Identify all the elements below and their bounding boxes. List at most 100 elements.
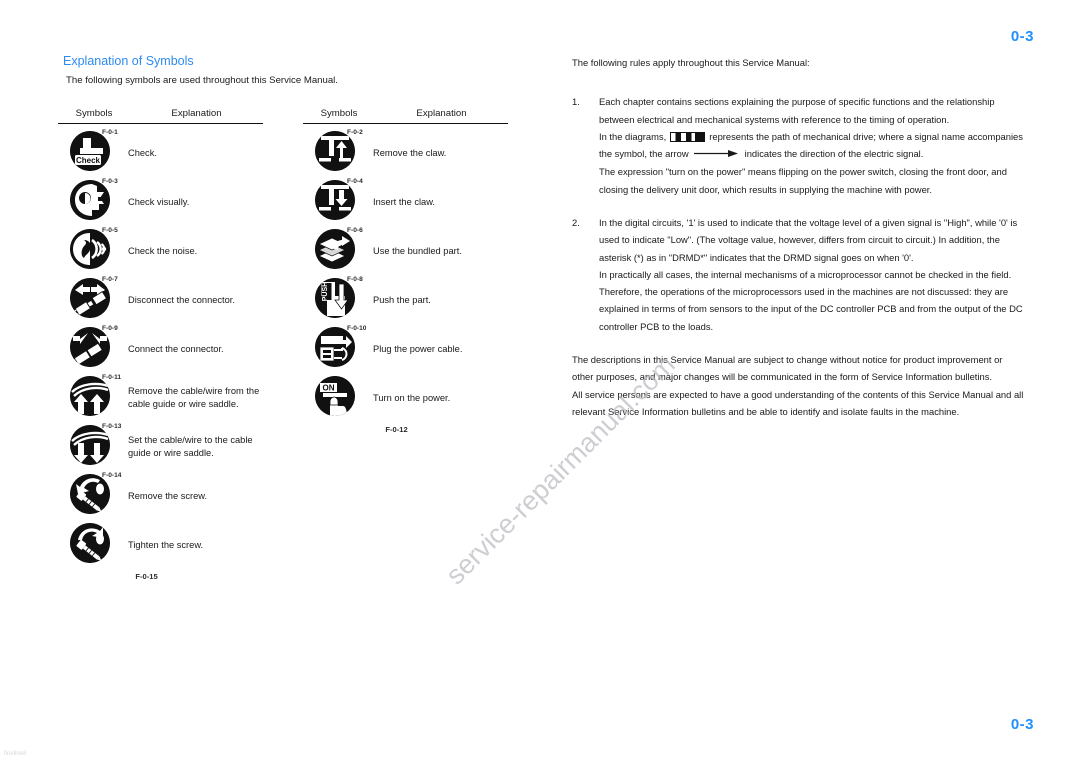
- footer-artifact: fineline8: [4, 751, 27, 757]
- symbol-explanation: Tighten the screw.: [128, 540, 204, 550]
- symbol-cell: F-0-7: [58, 276, 128, 318]
- figure-label: F-0-5: [102, 227, 118, 234]
- symbol-explanation: Insert the claw.: [373, 197, 436, 207]
- check-badge-icon: Check: [70, 131, 110, 171]
- mechanical-drive-symbol-icon: [670, 132, 706, 143]
- figure-label: F-0-2: [347, 129, 363, 136]
- screw-tighten-icon: [70, 523, 110, 563]
- cable-set-icon: [70, 425, 110, 465]
- rule-paragraph: In practically all cases, the internal m…: [599, 268, 1023, 332]
- connector-connect-icon: [70, 327, 110, 367]
- symbol-cell: F-0-10: [303, 325, 373, 367]
- symbol-explanation: Push the part.: [373, 295, 431, 305]
- figure-label: F-0-6: [347, 227, 363, 234]
- rules-section: The following rules apply throughout thi…: [572, 54, 1024, 420]
- table-row: ON Turn on the power.: [303, 376, 508, 416]
- symbol-explanation: Connect the connector.: [128, 344, 224, 354]
- power-on-icon: ON: [315, 376, 355, 416]
- ear-sound-icon: [70, 229, 110, 269]
- bundled-part-icon: [315, 229, 355, 269]
- figure-label: F-0-3: [102, 178, 118, 185]
- on-icon-label: ON: [323, 384, 335, 393]
- column-header-explanation: Explanation: [171, 108, 222, 119]
- push-icon-label: PUSH: [322, 282, 329, 301]
- figure-label: F-0-10: [347, 325, 367, 332]
- rule-paragraph: In the digital circuits, '1' is used to …: [599, 216, 1018, 263]
- symbol-cell: F-0-14: [58, 472, 128, 514]
- symbol-cell: F-0-6: [303, 227, 373, 269]
- symbol-cell: F-0-5: [58, 227, 128, 269]
- table-row: Check F-0-1 Check.: [58, 129, 263, 171]
- screw-remove-icon: [70, 474, 110, 514]
- table-caption-right: F-0-12: [385, 425, 408, 434]
- symbol-cell: PUSH F-0-8: [303, 276, 373, 318]
- table-caption-left: F-0-15: [135, 572, 158, 581]
- figure-label: F-0-9: [102, 325, 118, 332]
- push-part-icon: PUSH: [315, 278, 355, 318]
- rule-number: 2.: [572, 216, 580, 228]
- rule-item-2: 2. In the digital circuits, '1' is used …: [572, 214, 1024, 335]
- table-row: F-0-9 Connect the connector.: [58, 325, 263, 367]
- symbol-cell: Check F-0-1: [58, 129, 128, 171]
- power-cable-icon: [315, 327, 355, 367]
- symbol-explanation: Set the cable/wire to the cable guide or…: [128, 435, 253, 458]
- page-title: Explanation of Symbols: [63, 54, 194, 68]
- table-row: F-0-6 Use the bundled part.: [303, 227, 508, 269]
- symbol-explanation: Remove the claw.: [373, 148, 447, 158]
- figure-label: F-0-1: [102, 129, 118, 136]
- inline-text-after: indicates the direction of the electric …: [744, 148, 924, 160]
- table-row: F-0-4 Insert the claw.: [303, 178, 508, 220]
- rules-lead: The following rules apply throughout thi…: [572, 57, 810, 68]
- symbols-table-left: Symbols Explanation Check F-0-1 Check. F…: [58, 108, 263, 581]
- symbol-explanation: Turn on the power.: [373, 393, 451, 403]
- table-row: F-0-10 Plug the power cable.: [303, 325, 508, 367]
- rule-paragraph: The expression "turn on the power" means…: [599, 166, 1007, 195]
- electric-signal-arrow-icon: [693, 146, 740, 163]
- figure-label: F-0-11: [102, 374, 122, 381]
- figure-label: F-0-7: [102, 276, 118, 283]
- figure-label: F-0-4: [347, 178, 363, 185]
- symbols-table-right: Symbols Explanation F-0-2 Remove the cla…: [303, 108, 508, 581]
- table-row: PUSH F-0-8 Push the part.: [303, 276, 508, 318]
- table-header-row: Symbols Explanation: [58, 108, 263, 123]
- closing-paragraph: All service persons are expected to have…: [572, 388, 1024, 417]
- symbol-explanation: Check.: [128, 148, 157, 158]
- rule-paragraph: Each chapter contains sections explainin…: [599, 96, 995, 125]
- check-icon-label: Check: [76, 156, 101, 165]
- figure-label: F-0-14: [102, 472, 122, 479]
- symbol-cell: F-0-11: [58, 374, 128, 416]
- table-header-rule: [58, 123, 263, 124]
- eye-head-icon: [70, 180, 110, 220]
- cable-remove-icon: [70, 376, 110, 416]
- table-row: Tighten the screw.: [58, 523, 263, 563]
- table-row: F-0-2 Remove the claw.: [303, 129, 508, 171]
- symbol-explanation: Disconnect the connector.: [128, 295, 235, 305]
- closing-block: The descriptions in this Service Manual …: [572, 351, 1024, 420]
- rule-number: 1.: [572, 96, 580, 108]
- figure-label: F-0-8: [347, 276, 363, 283]
- symbol-cell: [58, 523, 128, 563]
- claw-remove-icon: [315, 131, 355, 171]
- column-header-symbols: Symbols: [320, 108, 358, 119]
- symbol-cell: ON: [303, 376, 373, 416]
- symbol-cell: F-0-2: [303, 129, 373, 171]
- rule-paragraph-inline: In the diagrams, represents the path of m…: [599, 128, 1024, 163]
- page-number-top: 0-3: [1010, 28, 1034, 45]
- table-row: F-0-7 Disconnect the connector.: [58, 276, 263, 318]
- symbol-cell: F-0-4: [303, 178, 373, 220]
- symbols-section: Explanation of Symbols The following sym…: [58, 54, 558, 581]
- symbol-cell: F-0-9: [58, 325, 128, 367]
- table-row: F-0-5 Check the noise.: [58, 227, 263, 269]
- symbol-cell: F-0-13: [58, 423, 128, 465]
- page-number-bottom: 0-3: [1010, 716, 1034, 733]
- table-row: F-0-13 Set the cable/wire to the cable g…: [58, 423, 263, 465]
- symbol-cell: F-0-3: [58, 178, 128, 220]
- symbol-explanation: Remove the cable/wire from the cable gui…: [128, 386, 260, 409]
- table-row: F-0-14 Remove the screw.: [58, 472, 263, 514]
- symbol-explanation: Use the bundled part.: [373, 246, 462, 256]
- symbol-explanation: Check the noise.: [128, 246, 198, 256]
- symbols-intro: The following symbols are used throughou…: [66, 75, 338, 86]
- column-header-explanation: Explanation: [416, 108, 467, 119]
- connector-disconnect-icon: [70, 278, 110, 318]
- table-header-row: Symbols Explanation: [303, 108, 508, 123]
